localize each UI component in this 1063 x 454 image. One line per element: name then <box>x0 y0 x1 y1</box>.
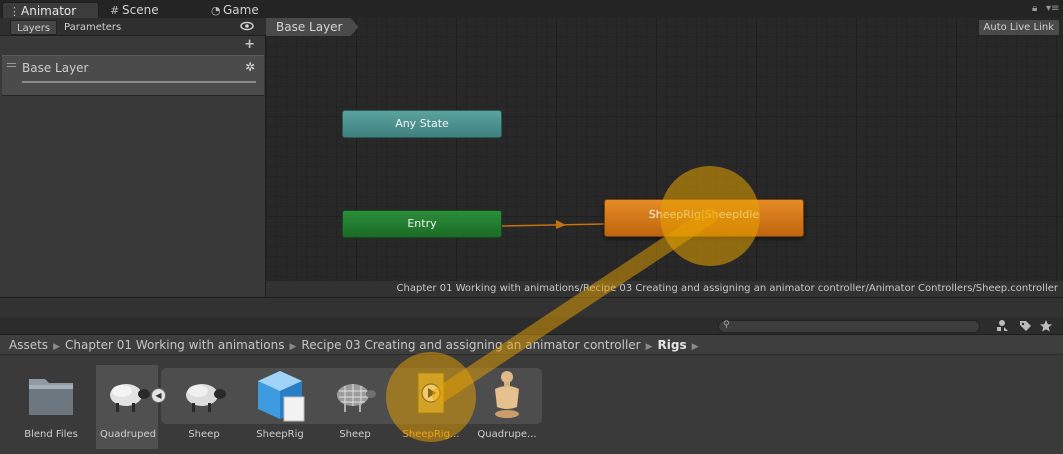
lock-icon[interactable]: 🔒︎ <box>1032 3 1037 14</box>
state-entry[interactable]: Entry <box>342 210 502 238</box>
tab-layers[interactable]: Layers <box>10 20 58 35</box>
gear-icon[interactable]: ✲ <box>245 60 255 74</box>
tab-scene-label: Scene <box>122 3 159 17</box>
project-toolbar: ⚲ <box>0 317 1063 335</box>
chevron-right-icon: ▶ <box>691 342 699 352</box>
tab-parameters[interactable]: Parameters <box>58 20 127 35</box>
asset-label: Quadrupe... <box>477 429 537 440</box>
asset-item-sheep-mesh[interactable]: Sheep <box>172 365 236 449</box>
drag-handle-icon[interactable] <box>7 63 16 67</box>
eye-icon[interactable] <box>240 21 254 31</box>
breadcrumb: Assets ▶ Chapter 01 Working with animation… <box>0 335 1063 355</box>
panel-separator <box>0 297 1063 317</box>
sheep-wireframe-icon <box>337 384 376 412</box>
chevron-right-icon: ▶ <box>645 342 653 352</box>
state-sheep-idle[interactable]: SheepRig|SheepIdle <box>604 199 804 237</box>
sheep-model-icon <box>186 384 226 412</box>
favorite-star-icon[interactable] <box>1039 319 1053 333</box>
scene-grid-icon: # <box>110 4 120 17</box>
sheep-model-icon <box>110 384 150 412</box>
window-tab-bar: ⋮Animator # Scene ◔ Game 🔒︎ ▾≡ <box>0 0 1063 18</box>
asset-item-sheeprig-clip[interactable]: SheepRig... <box>399 365 463 449</box>
breadcrumb-item-rigs[interactable]: Rigs <box>658 338 687 352</box>
tab-game[interactable]: ◔ Game <box>205 2 275 18</box>
tab-game-label: Game <box>223 3 259 17</box>
asset-label: Sheep <box>188 429 220 440</box>
asset-label: Sheep <box>339 429 371 440</box>
project-panel: ⚲ Assets ▶ Chapter 01 Working with animati… <box>0 317 1063 454</box>
transition-arrow <box>501 220 605 229</box>
asset-item-sheeprig-prefab[interactable]: SheepRig <box>248 365 312 449</box>
layer-weight-slider[interactable] <box>22 81 256 83</box>
chevron-right-icon: ▶ <box>53 342 60 352</box>
prefab-cube-icon <box>258 371 305 422</box>
asset-label: SheepRig <box>256 429 304 440</box>
animation-clip-icon <box>417 372 445 414</box>
asset-label: Quadruped <box>100 429 156 440</box>
collapse-arrow-icon[interactable]: ◀ <box>151 388 166 403</box>
asset-label: SheepRig... <box>402 429 460 440</box>
tab-animator[interactable]: ⋮Animator <box>2 2 99 18</box>
chevron-right-icon: ▶ <box>289 342 297 352</box>
layer-name: Base Layer <box>22 61 89 75</box>
layers-panel: Layers Parameters + Base Layer ✲ <box>0 18 266 297</box>
asset-item-blend-files[interactable]: Blend Files <box>19 365 83 449</box>
auto-live-link-button[interactable]: Auto Live Link <box>977 19 1060 36</box>
search-icon: ⚲ <box>723 320 730 330</box>
animator-graph[interactable]: Base Layer Auto Live Link Any State Entr… <box>266 18 1063 297</box>
tab-animator-label: Animator <box>21 4 77 18</box>
graph-breadcrumb[interactable]: Base Layer <box>266 18 359 36</box>
state-any-state[interactable]: Any State <box>342 110 502 138</box>
window-menu-icon[interactable]: ▾≡ <box>1046 3 1059 14</box>
controller-path: Chapter 01 Working with animations/Recip… <box>266 281 1063 297</box>
layer-item-base[interactable]: Base Layer ✲ <box>2 55 264 96</box>
breadcrumb-item-chapter[interactable]: Chapter 01 Working with animations <box>65 338 284 352</box>
filter-by-type-icon[interactable] <box>995 319 1009 333</box>
folder-icon <box>29 379 73 415</box>
add-layer-button[interactable]: + <box>244 37 255 52</box>
game-pacman-icon: ◔ <box>211 4 221 17</box>
breadcrumb-item-assets[interactable]: Assets <box>9 338 48 352</box>
layers-panel-tabs: Layers Parameters <box>0 18 266 36</box>
label-tag-icon[interactable] <box>1018 319 1032 333</box>
asset-label: Blend Files <box>24 429 78 440</box>
asset-item-quadruped-avatar[interactable]: Quadrupe... <box>475 365 539 449</box>
asset-item-quadruped[interactable]: Quadruped <box>96 365 158 449</box>
search-input[interactable]: ⚲ <box>718 320 980 333</box>
tab-scene[interactable]: # Scene <box>104 2 184 18</box>
asset-item-sheep-wireframe[interactable]: Sheep <box>323 365 387 449</box>
avatar-icon <box>495 371 519 418</box>
breadcrumb-item-recipe[interactable]: Recipe 03 Creating and assigning an anim… <box>301 338 640 352</box>
